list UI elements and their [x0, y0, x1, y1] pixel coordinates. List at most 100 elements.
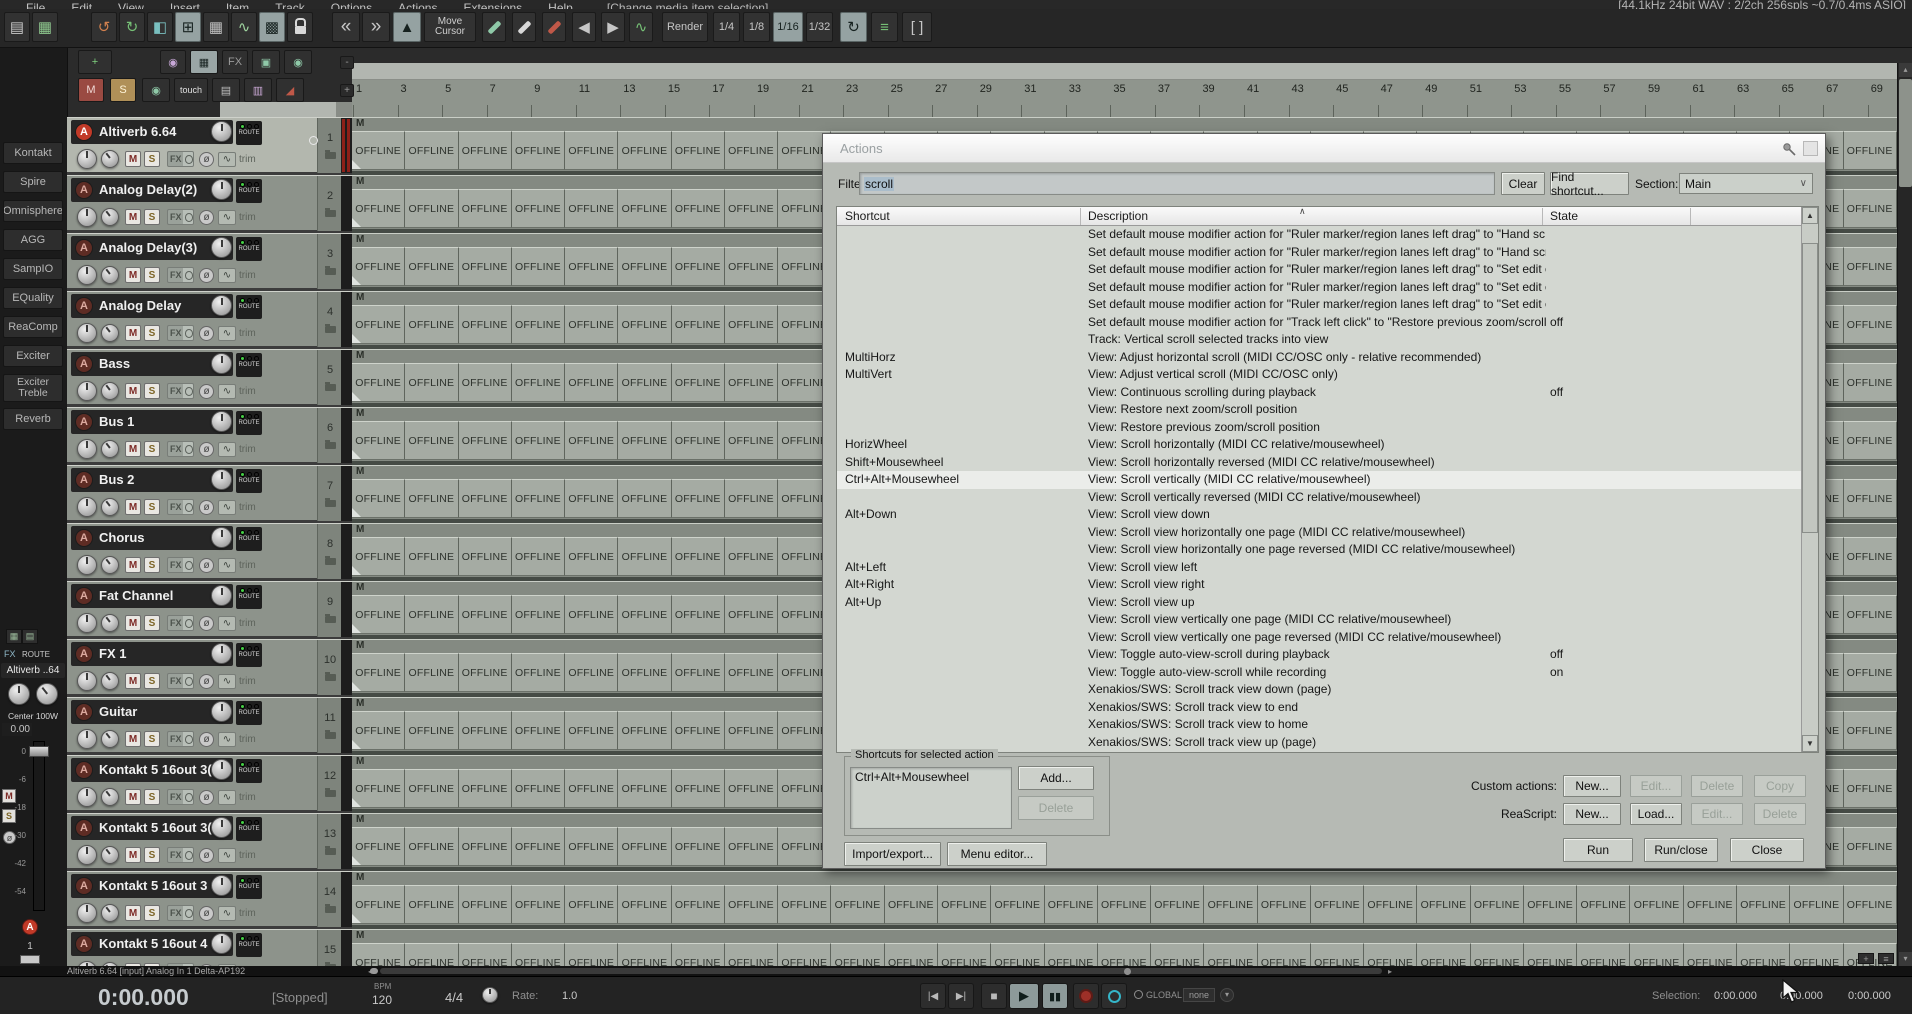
- media-item-offline[interactable]: OFFLINE: [618, 537, 672, 576]
- run-button[interactable]: Run: [1563, 838, 1633, 862]
- media-item-offline[interactable]: OFFLINE: [1843, 363, 1897, 402]
- media-item-offline[interactable]: OFFLINE: [671, 131, 725, 170]
- track-fx-button[interactable]: FX: [167, 615, 194, 631]
- track-panel-row[interactable]: A Fat Channel ROUTE M S FX ø ∿ trim 9: [67, 581, 352, 637]
- clear-button[interactable]: Clear: [1501, 172, 1545, 195]
- media-item-offline[interactable]: OFFLINE: [937, 885, 992, 924]
- folder-icon[interactable]: [325, 324, 336, 333]
- track-number-cell[interactable]: 1: [317, 118, 341, 173]
- media-item-offline[interactable]: OFFLINE: [1683, 885, 1738, 924]
- hscroll-right-icon[interactable]: ▸: [1388, 967, 1392, 976]
- track-route-button[interactable]: ROUTE: [236, 411, 262, 435]
- media-item-offline[interactable]: OFFLINE: [1523, 885, 1578, 924]
- media-item-offline[interactable]: OFFLINE: [1790, 943, 1844, 966]
- fx-chain-button[interactable]: FX: [222, 50, 248, 74]
- action-row[interactable]: View: Toggle auto-view-scroll during pla…: [837, 646, 1801, 664]
- track-mute-button[interactable]: M: [125, 731, 141, 747]
- media-item-offline[interactable]: OFFLINE: [724, 769, 779, 808]
- action-row[interactable]: MultiVert View: Adjust vertical scroll (M…: [837, 366, 1801, 384]
- sidebar-item-omnisphere[interactable]: Omnisphere: [3, 200, 63, 222]
- action-row[interactable]: HorizWheel View: Scroll horizontally (MID…: [837, 436, 1801, 454]
- track-solo-button[interactable]: S: [144, 789, 160, 805]
- mixer-route-label[interactable]: ROUTE: [22, 650, 50, 659]
- folder-icon[interactable]: [325, 266, 336, 275]
- track-mute-button[interactable]: M: [125, 615, 141, 631]
- media-item-offline[interactable]: OFFLINE: [671, 479, 725, 518]
- track-width-knob[interactable]: [101, 788, 119, 806]
- track-width-knob[interactable]: [101, 440, 119, 458]
- track-pan-knob[interactable]: [77, 613, 97, 633]
- go-to-end-button[interactable]: ▶|: [948, 983, 974, 1009]
- item-fade-handle[interactable]: [352, 450, 361, 459]
- track-pan-knob[interactable]: [77, 323, 97, 343]
- track-record-arm-badge[interactable]: A: [75, 761, 93, 779]
- media-item-offline[interactable]: OFFLINE: [1044, 943, 1098, 966]
- track-route-button[interactable]: ROUTE: [236, 121, 262, 145]
- track-fx-button[interactable]: FX: [167, 499, 194, 515]
- media-item-offline[interactable]: OFFLINE: [724, 537, 779, 576]
- fx-power-icon[interactable]: [184, 386, 193, 396]
- region-manager-button[interactable]: ▣: [252, 50, 280, 74]
- item-fade-handle[interactable]: [352, 334, 361, 343]
- track-phase-button[interactable]: ø: [199, 674, 214, 689]
- add-shortcut-button[interactable]: Add...: [1018, 766, 1094, 790]
- track-pan-knob[interactable]: [77, 381, 97, 401]
- track-envelope-button[interactable]: ∿: [218, 616, 236, 631]
- track-solo-button[interactable]: S: [144, 731, 160, 747]
- action-row[interactable]: View: Toggle auto-view-scroll while reco…: [837, 664, 1801, 682]
- track-volume-knob[interactable]: [211, 237, 232, 258]
- media-item-offline[interactable]: OFFLINE: [724, 421, 779, 460]
- track-record-arm-badge[interactable]: A: [75, 297, 93, 315]
- mixer-solo-button[interactable]: S: [2, 809, 16, 823]
- media-item-offline[interactable]: OFFLINE: [618, 363, 672, 402]
- envelope-button[interactable]: ∿: [231, 12, 257, 42]
- media-item-offline[interactable]: OFFLINE: [1843, 537, 1897, 576]
- track-number-cell[interactable]: 7: [317, 466, 341, 521]
- track-width-knob[interactable]: [101, 498, 119, 516]
- track-lane[interactable]: M OFFLINE OFFLINE OFFLINE OFFLINE OFFLINE OFFL…: [352, 871, 1897, 925]
- media-item-offline[interactable]: OFFLINE: [778, 943, 832, 966]
- track-number-cell[interactable]: 14: [317, 872, 341, 927]
- item-fade-handle[interactable]: [352, 798, 361, 807]
- track-route-button[interactable]: ROUTE: [236, 237, 262, 261]
- copy-button[interactable]: Copy: [1754, 775, 1806, 797]
- shortcut-listbox[interactable]: Ctrl+Alt+Mousewheel: [850, 767, 1012, 829]
- fx-power-icon[interactable]: [184, 734, 193, 744]
- mixer-fader-handle[interactable]: [29, 746, 49, 757]
- folder-icon[interactable]: [325, 904, 336, 913]
- action-row[interactable]: Alt+Up View: Scroll view up: [837, 594, 1801, 612]
- media-item-offline[interactable]: OFFLINE: [724, 943, 779, 966]
- mouse-modifier-button[interactable]: ▦: [203, 12, 229, 42]
- track-number-cell[interactable]: 4: [317, 292, 341, 347]
- track-record-arm-badge[interactable]: A: [75, 935, 93, 953]
- media-item-offline[interactable]: OFFLINE: [724, 479, 779, 518]
- scroll-down-arrow-icon[interactable]: ▾: [1899, 952, 1912, 966]
- media-item-offline[interactable]: OFFLINE: [618, 885, 672, 924]
- track-mute-button[interactable]: M: [125, 151, 141, 167]
- fx-power-icon[interactable]: [184, 212, 193, 222]
- media-item-offline[interactable]: OFFLINE: [458, 827, 512, 866]
- fx-power-icon[interactable]: [184, 676, 193, 686]
- time-selection-brackets-button[interactable]: [ ]: [902, 12, 932, 42]
- media-item-offline[interactable]: OFFLINE: [458, 595, 512, 634]
- track-phase-button[interactable]: ø: [199, 152, 214, 167]
- track-envelope-button[interactable]: ∿: [218, 442, 236, 457]
- track-volume-knob[interactable]: [211, 933, 232, 954]
- media-item-offline[interactable]: OFFLINE: [671, 189, 725, 228]
- sidebar-item-agg[interactable]: AGG: [3, 229, 63, 251]
- touch-mode-button[interactable]: touch: [174, 78, 208, 102]
- media-item-offline[interactable]: OFFLINE: [671, 827, 725, 866]
- folder-icon[interactable]: [325, 498, 336, 507]
- media-item-offline[interactable]: OFFLINE: [565, 711, 619, 750]
- media-item-offline[interactable]: OFFLINE: [618, 479, 672, 518]
- track-pan-knob[interactable]: [77, 787, 97, 807]
- media-item-offline[interactable]: OFFLINE: [565, 305, 619, 344]
- action-row[interactable]: Set default mouse modifier action for "R…: [837, 261, 1801, 279]
- action-row[interactable]: View: Scroll vertically reversed (MIDI C…: [837, 489, 1801, 507]
- track-width-knob[interactable]: [101, 208, 119, 226]
- media-item-offline[interactable]: OFFLINE: [1310, 885, 1365, 924]
- track-record-arm-badge[interactable]: A: [75, 645, 93, 663]
- track-fx-button[interactable]: FX: [167, 209, 194, 225]
- sidebar-item-reacomp[interactable]: ReaComp: [3, 316, 63, 338]
- media-item-offline[interactable]: OFFLINE: [405, 769, 459, 808]
